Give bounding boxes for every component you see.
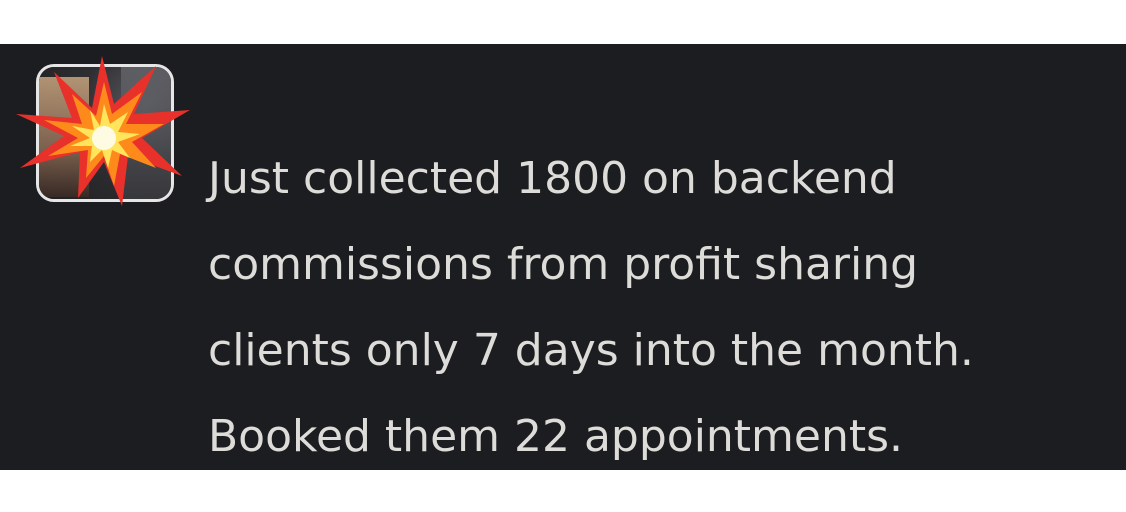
top-margin: [0, 0, 1126, 44]
message-line: Just collected 1800 on backend: [208, 153, 897, 204]
message-line: clients only 7 days into the month.: [208, 325, 974, 376]
message-line: commissions from profit sharing: [208, 239, 919, 290]
message-text: Just collected 1800 on backend commissio…: [208, 136, 1108, 480]
message-line: Booked them 22 appointments.: [208, 411, 904, 462]
burst-center: [92, 126, 116, 150]
bottom-margin: [0, 470, 1126, 512]
collision-burst-icon: [16, 56, 190, 206]
